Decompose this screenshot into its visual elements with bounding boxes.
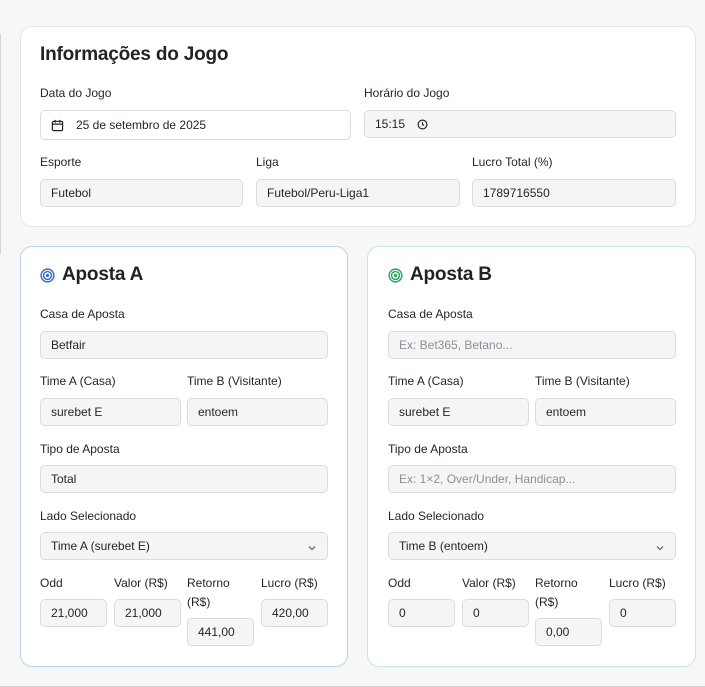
bet-b-odd-label: Odd [388,576,411,590]
bet-a-return-label-unit: (R$) [187,595,211,609]
league-label: Liga [256,155,279,169]
bet-b-profit-value: 0 [620,606,627,620]
bet-b-side-select[interactable]: Time B (entoem) [388,532,676,560]
bet-a-type-field[interactable]: Total [40,465,328,493]
bet-b-stake-value: 0 [473,606,480,620]
bet-a-return-field[interactable]: 441,00 [187,618,254,646]
bet-a-profit-value: 420,00 [272,606,309,620]
bet-a-stake-field[interactable]: 21,000 [114,599,181,627]
bet-b-return-field[interactable]: 0,00 [535,618,602,646]
chevron-down-icon [655,542,665,556]
bet-b-odd-value: 0 [399,606,406,620]
bet-a-title: Aposta A [62,264,144,285]
bet-b-return-label: Retorno [535,576,578,590]
bet-b-team-b-label: Time B (Visitante) [535,374,630,388]
date-value: 25 de setembro de 2025 [76,118,207,132]
game-info-card: Informações do Jogo Data do Jogo 25 de s… [20,26,696,227]
total-profit-field[interactable]: 1789716550 [472,179,676,207]
bet-b-team-b-field[interactable]: entoem [535,398,676,426]
sport-field[interactable]: Futebol [40,179,243,207]
sport-value: Futebol [51,186,92,200]
target-icon [40,268,55,288]
bet-b-profit-label: Lucro (R$) [609,576,666,590]
bet-b-card: Aposta B Casa de Aposta Ex: Bet365, Beta… [367,246,696,667]
bet-a-type-value: Total [51,472,77,486]
bet-a-odd-label: Odd [40,576,63,590]
bet-a-odd-value: 21,000 [51,606,88,620]
bet-a-card: Aposta A Casa de Aposta Betfair Time A (… [20,246,348,667]
date-field[interactable]: 25 de setembro de 2025 [40,110,351,140]
bet-b-side-value: Time B (entoem) [399,539,488,553]
clock-icon[interactable] [417,119,428,130]
bet-a-team-a-label: Time A (Casa) [40,374,116,388]
league-value: Futebol/Peru-Liga1 [267,186,370,200]
chevron-down-icon [307,542,317,556]
bet-b-stake-field[interactable]: 0 [462,599,529,627]
bet-a-house-field[interactable]: Betfair [40,331,328,359]
bet-a-stake-label: Valor (R$) [114,576,168,590]
league-field[interactable]: Futebol/Peru-Liga1 [256,179,460,207]
bet-a-side-value: Time A (surebet E) [51,539,150,553]
bet-b-type-label: Tipo de Aposta [388,442,468,456]
bet-b-return-label-unit: (R$) [535,595,559,609]
bet-a-return-label: Retorno [187,576,230,590]
time-field[interactable]: 15:15 [364,110,676,138]
bet-a-profit-field[interactable]: 420,00 [261,599,328,627]
bet-a-team-a-value: surebet E [51,405,103,419]
bet-a-side-label: Lado Selecionado [40,509,137,523]
bet-b-house-field[interactable]: Ex: Bet365, Betano... [388,331,676,359]
target-icon [388,268,403,288]
bet-a-house-label: Casa de Aposta [40,307,125,321]
calendar-icon [51,119,64,132]
date-label: Data do Jogo [40,86,112,100]
bet-b-house-label: Casa de Aposta [388,307,473,321]
bet-b-type-placeholder: Ex: 1×2, Over/Under, Handicap... [399,472,576,486]
bet-a-odd-field[interactable]: 21,000 [40,599,107,627]
bet-b-team-a-value: surebet E [399,405,451,419]
left-divider [0,34,1,254]
bet-a-team-b-label: Time B (Visitante) [187,374,282,388]
total-profit-label: Lucro Total (%) [472,155,553,169]
bet-a-type-label: Tipo de Aposta [40,442,120,456]
bet-b-odd-field[interactable]: 0 [388,599,455,627]
bet-b-team-a-field[interactable]: surebet E [388,398,529,426]
time-value: 15:15 [375,117,406,131]
bet-a-team-a-field[interactable]: surebet E [40,398,181,426]
bet-a-side-select[interactable]: Time A (surebet E) [40,532,328,560]
bet-b-return-value: 0,00 [546,625,570,639]
bet-b-side-label: Lado Selecionado [388,509,485,523]
total-profit-value: 1789716550 [483,186,550,200]
sport-label: Esporte [40,155,82,169]
bet-a-team-b-value: entoem [198,405,239,419]
game-info-title: Informações do Jogo [40,44,229,65]
bet-a-house-value: Betfair [51,338,86,352]
bet-a-return-value: 441,00 [198,625,235,639]
bet-a-profit-label: Lucro (R$) [261,576,318,590]
bet-a-team-b-field[interactable]: entoem [187,398,328,426]
bet-b-profit-field[interactable]: 0 [609,599,676,627]
bet-b-stake-label: Valor (R$) [462,576,516,590]
bet-a-stake-value: 21,000 [125,606,162,620]
bet-b-team-a-label: Time A (Casa) [388,374,464,388]
bet-b-type-field[interactable]: Ex: 1×2, Over/Under, Handicap... [388,465,676,493]
bet-b-title: Aposta B [410,264,492,285]
bet-b-team-b-value: entoem [546,405,587,419]
time-label: Horário do Jogo [364,86,450,100]
bet-b-house-placeholder: Ex: Bet365, Betano... [399,338,513,352]
